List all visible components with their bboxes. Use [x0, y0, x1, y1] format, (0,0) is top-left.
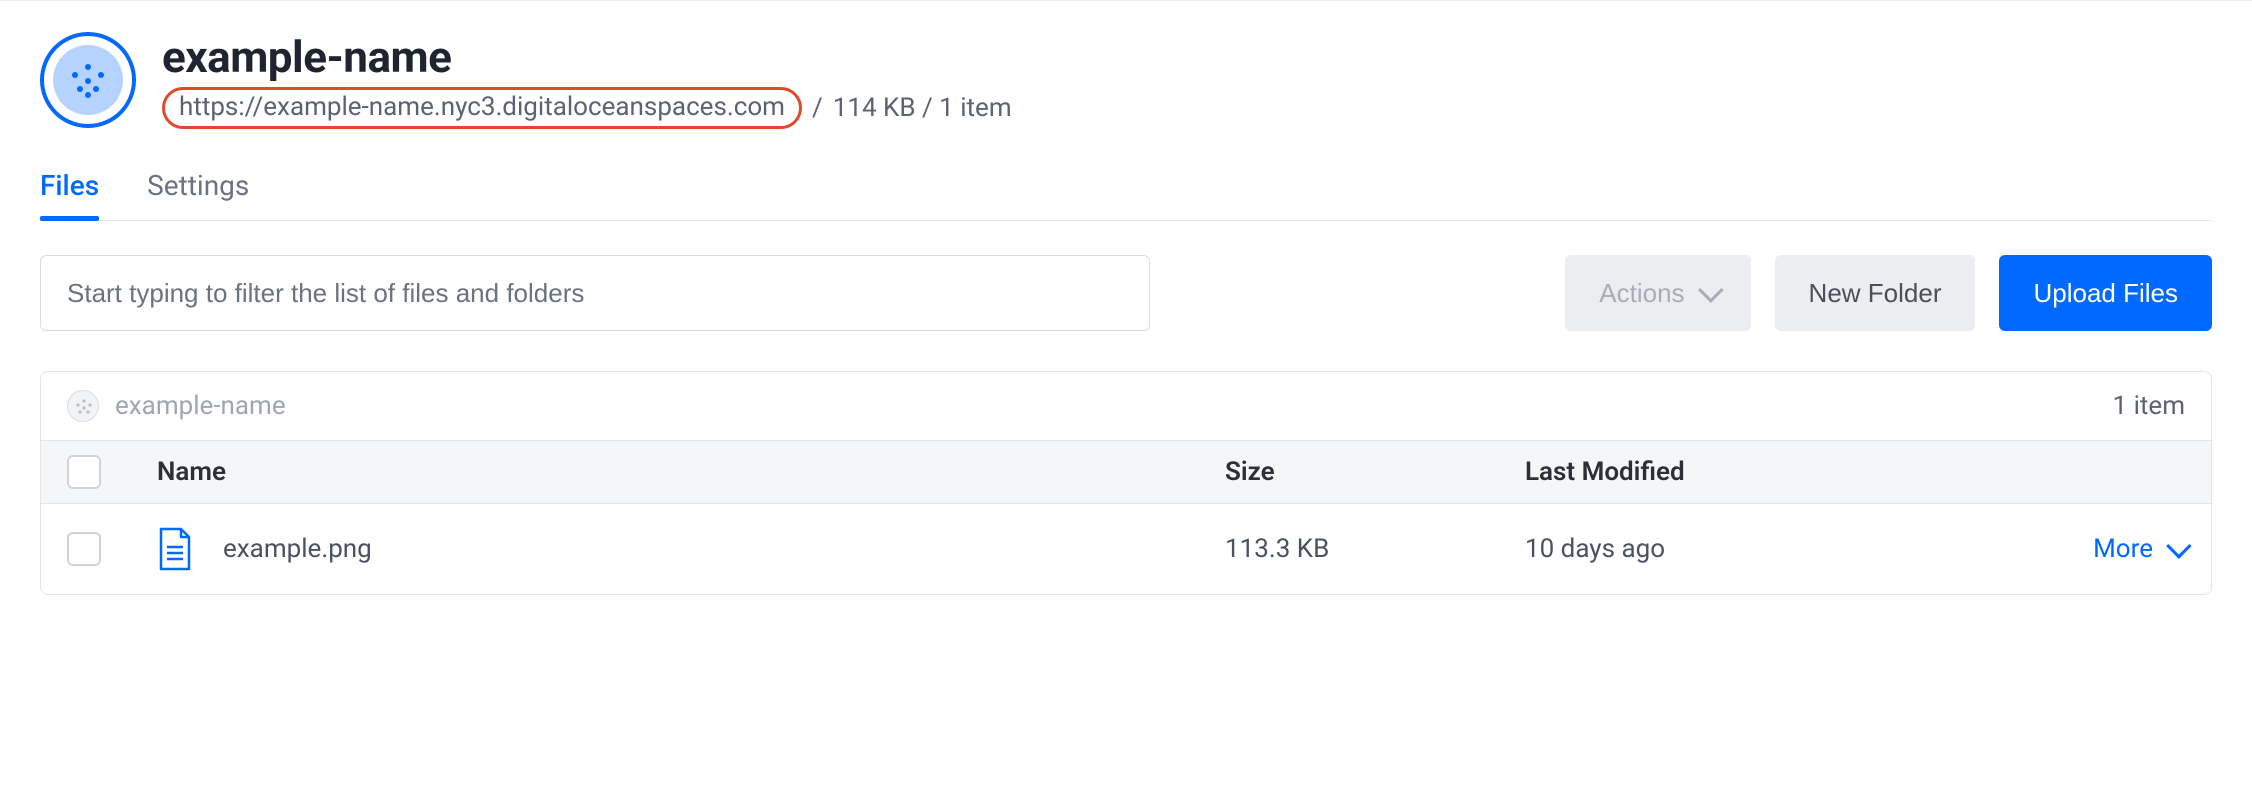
breadcrumb-bar: example-name 1 item	[41, 372, 2211, 440]
bucket-size-summary: 114 KB / 1 item	[833, 93, 1012, 123]
file-icon	[157, 527, 193, 571]
breadcrumb-count: 1 item	[2113, 391, 2185, 421]
files-card: example-name 1 item Name Size Last Modif…	[40, 371, 2212, 595]
file-size: 113.3 KB	[1225, 534, 1525, 564]
file-modified: 10 days ago	[1525, 534, 1985, 564]
bucket-endpoint-highlight: https://example-name.nyc3.digitaloceansp…	[162, 87, 802, 129]
bucket-title: example-name	[162, 31, 1012, 83]
table-row[interactable]: example.png 113.3 KB 10 days ago More	[41, 504, 2211, 594]
more-label: More	[2093, 534, 2153, 564]
file-name: example.png	[223, 534, 372, 564]
new-folder-button[interactable]: New Folder	[1775, 255, 1976, 331]
subline-separator: /	[812, 93, 823, 123]
col-modified[interactable]: Last Modified	[1525, 457, 1985, 487]
toolbar: Actions New Folder Upload Files	[40, 255, 2212, 331]
tab-files[interactable]: Files	[40, 169, 99, 220]
upload-files-button[interactable]: Upload Files	[1999, 255, 2212, 331]
col-name[interactable]: Name	[157, 457, 1225, 487]
row-checkbox[interactable]	[67, 532, 101, 566]
bucket-avatar	[40, 32, 136, 128]
bucket-subline: https://example-name.nyc3.digitaloceansp…	[162, 87, 1012, 129]
more-menu[interactable]: More	[1985, 534, 2185, 564]
tab-settings[interactable]: Settings	[147, 169, 249, 220]
page-header: example-name https://example-name.nyc3.d…	[40, 31, 2212, 129]
filter-input[interactable]	[40, 255, 1150, 331]
bucket-avatar-icon	[53, 45, 123, 115]
table-header: Name Size Last Modified	[41, 440, 2211, 504]
chevron-down-icon	[1698, 277, 1723, 302]
breadcrumb-path[interactable]: example-name	[115, 391, 286, 421]
select-all-checkbox[interactable]	[67, 455, 101, 489]
bucket-breadcrumb-icon	[67, 390, 99, 422]
actions-button[interactable]: Actions	[1565, 255, 1750, 331]
col-size[interactable]: Size	[1225, 457, 1525, 487]
tabs: Files Settings	[40, 169, 2212, 221]
chevron-down-icon	[2166, 533, 2191, 558]
actions-label: Actions	[1599, 278, 1684, 309]
